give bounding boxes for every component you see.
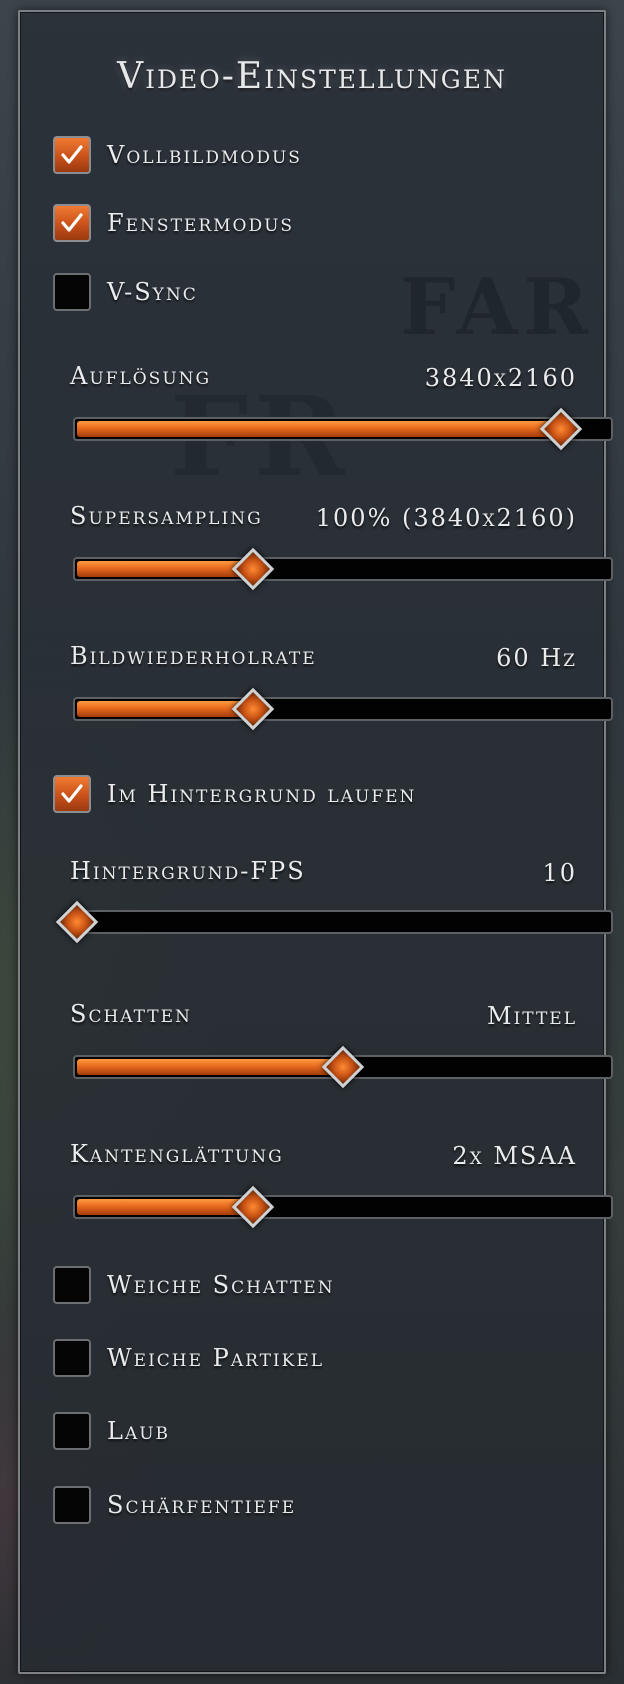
shadows-slider-fill — [77, 1059, 343, 1075]
resolution-slider-handle[interactable] — [539, 407, 583, 451]
windowed-label: Fenstermodus — [107, 209, 295, 237]
checkbox-row-depth-of-field[interactable]: Schärfentiefe — [53, 1483, 296, 1527]
shadows-value: Mittel — [487, 1002, 577, 1030]
antialiasing-slider[interactable] — [73, 1185, 613, 1229]
supersampling-slider[interactable] — [73, 547, 613, 591]
antialiasing-slider-fill — [77, 1199, 253, 1215]
resolution-value: 3840x2160 — [424, 364, 577, 392]
fullscreen-label: Vollbildmodus — [107, 141, 302, 169]
shadows-slider-handle[interactable] — [321, 1045, 365, 1089]
vsync-label: V-Sync — [107, 278, 198, 306]
shadows-slider[interactable] — [73, 1045, 613, 1089]
checkbox-row-run-in-background[interactable]: Im Hintergrund laufen — [53, 772, 416, 816]
watermark-line-1: FAR — [400, 262, 595, 353]
refresh-rate-slider-fill — [77, 701, 253, 717]
supersampling-value: 100% (3840x2160) — [315, 504, 577, 532]
refresh-rate-slider[interactable] — [73, 687, 613, 731]
checkbox-row-fullscreen[interactable]: Vollbildmodus — [53, 133, 302, 177]
background-fps-slider-handle[interactable] — [55, 900, 99, 944]
run-in-background-checkbox[interactable] — [53, 775, 91, 813]
resolution-label: Auflösung — [70, 362, 212, 390]
checkbox-row-windowed[interactable]: Fenstermodus — [53, 201, 294, 245]
foliage-checkbox[interactable] — [53, 1412, 91, 1450]
foliage-label: Laub — [107, 1417, 171, 1445]
supersampling-slider-fill — [77, 561, 253, 577]
fullscreen-checkbox[interactable] — [53, 136, 91, 174]
depth-of-field-checkbox[interactable] — [53, 1486, 91, 1524]
background-fps-value: 10 — [542, 859, 577, 887]
windowed-checkbox[interactable] — [53, 204, 91, 242]
video-settings-panel: FAR FR Video-Einstellungen Vollbildmodus… — [18, 10, 613, 1674]
soft-particles-label: Weiche Partikel — [107, 1344, 325, 1372]
refresh-rate-label: Bildwiederholrate — [70, 642, 317, 670]
checkmark-icon — [61, 145, 83, 164]
background-fps-slider[interactable] — [55, 900, 613, 944]
checkbox-row-foliage[interactable]: Laub — [53, 1409, 170, 1453]
antialiasing-label: Kantenglättung — [70, 1140, 284, 1168]
soft-shadows-checkbox[interactable] — [53, 1266, 91, 1304]
soft-shadows-label: Weiche Schatten — [107, 1271, 335, 1299]
refresh-rate-slider-handle[interactable] — [231, 687, 274, 731]
checkbox-row-soft-particles[interactable]: Weiche Partikel — [53, 1336, 324, 1380]
vsync-checkbox[interactable] — [53, 273, 91, 311]
checkmark-icon — [61, 784, 83, 803]
shadows-label: Schatten — [70, 1000, 192, 1028]
background-fps-label: Hintergrund-FPS — [70, 857, 306, 885]
antialiasing-slider-handle[interactable] — [231, 1185, 274, 1229]
supersampling-slider-handle[interactable] — [231, 547, 274, 591]
watermark-logo: FAR — [400, 262, 594, 353]
depth-of-field-label: Schärfentiefe — [107, 1491, 297, 1519]
checkbox-row-soft-shadows[interactable]: Weiche Schatten — [53, 1263, 335, 1307]
checkmark-icon — [61, 213, 83, 232]
soft-particles-checkbox[interactable] — [53, 1339, 91, 1377]
page-title: Video-Einstellungen — [117, 56, 507, 97]
checkbox-row-vsync[interactable]: V-Sync — [53, 270, 198, 314]
run-in-background-label: Im Hintergrund laufen — [107, 780, 417, 808]
resolution-slider[interactable] — [73, 407, 613, 451]
supersampling-label: Supersampling — [70, 502, 263, 530]
antialiasing-value: 2x MSAA — [452, 1142, 577, 1170]
resolution-slider-fill — [77, 421, 562, 437]
refresh-rate-value: 60 Hz — [496, 644, 577, 672]
